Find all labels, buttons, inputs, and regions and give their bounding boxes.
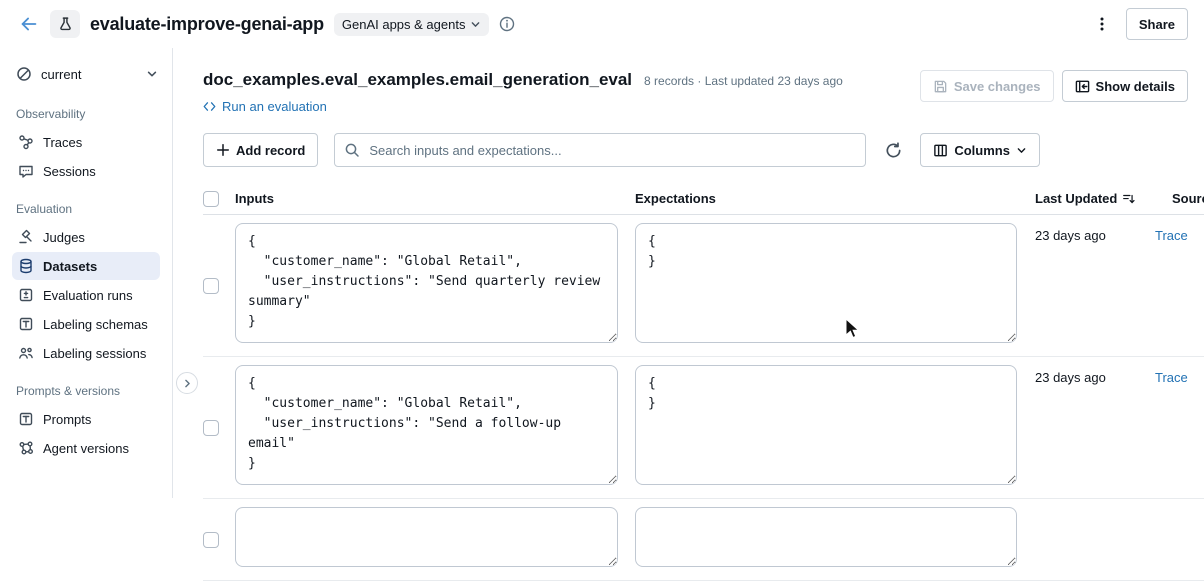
- table-header-row: Inputs Expectations Last Updated Source: [203, 183, 1204, 215]
- last-updated-value: 23 days ago: [1035, 223, 1155, 243]
- save-icon: [933, 79, 948, 94]
- row-checkbox[interactable]: [203, 532, 219, 548]
- code-icon: [203, 100, 216, 113]
- toolbar: Add record Columns: [203, 133, 1204, 167]
- table-row: { "customer_name": "Global Retail", "use…: [203, 357, 1204, 499]
- inputs-editor[interactable]: { "customer_name": "Global Retail", "use…: [235, 223, 618, 343]
- table-row: [203, 499, 1204, 581]
- labeling-schemas-icon: [18, 316, 34, 332]
- traces-icon: [18, 134, 34, 150]
- sidebar-item-datasets[interactable]: Datasets: [12, 252, 160, 280]
- columns-icon: [933, 143, 948, 158]
- back-button[interactable]: [16, 11, 42, 37]
- sidebar-item-labeling-sessions[interactable]: Labeling sessions: [12, 339, 160, 367]
- row-checkbox[interactable]: [203, 420, 219, 436]
- sidebar-collapse-button[interactable]: [176, 372, 198, 394]
- main-content: Save changes Show details doc_examples.e…: [173, 48, 1204, 498]
- refresh-button[interactable]: [878, 135, 908, 165]
- sidebar-item-judges[interactable]: Judges: [12, 223, 160, 251]
- back-arrow-icon: [18, 13, 40, 35]
- records-table: Inputs Expectations Last Updated Source …: [203, 183, 1204, 581]
- refresh-icon: [885, 142, 902, 159]
- sidebar-item-prompts[interactable]: Prompts: [12, 405, 160, 433]
- chevron-down-icon: [1016, 145, 1027, 156]
- table-row: { "customer_name": "Global Retail", "use…: [203, 215, 1204, 357]
- inputs-editor[interactable]: [235, 507, 618, 567]
- section-prompts-versions: Prompts & versions: [16, 384, 162, 398]
- dataset-title: doc_examples.eval_examples.email_generat…: [203, 70, 632, 90]
- kebab-icon: [1094, 16, 1110, 32]
- sidebar-item-evaluation-runs[interactable]: Evaluation runs: [12, 281, 160, 309]
- database-icon: [18, 258, 34, 274]
- last-updated-value: 23 days ago: [1035, 365, 1155, 385]
- show-details-button[interactable]: Show details: [1062, 70, 1188, 102]
- plus-icon: [216, 143, 230, 157]
- app-type-dropdown[interactable]: GenAI apps & agents: [334, 13, 490, 36]
- page-title: evaluate-improve-genai-app: [90, 14, 324, 35]
- row-checkbox[interactable]: [203, 278, 219, 294]
- trace-link[interactable]: Trace: [1155, 228, 1188, 243]
- columns-button[interactable]: Columns: [920, 133, 1040, 167]
- expectations-editor[interactable]: { }: [635, 223, 1017, 343]
- sidebar-item-traces[interactable]: Traces: [12, 128, 160, 156]
- search-wrapper: [334, 133, 866, 167]
- sidebar-item-sessions[interactable]: Sessions: [12, 157, 160, 185]
- sidebar-item-labeling-schemas[interactable]: Labeling schemas: [12, 310, 160, 338]
- save-changes-button[interactable]: Save changes: [920, 70, 1054, 102]
- sidebar-item-agent-versions[interactable]: Agent versions: [12, 434, 160, 462]
- chevron-down-icon: [146, 68, 158, 80]
- trace-link[interactable]: Trace: [1155, 370, 1188, 385]
- add-record-button[interactable]: Add record: [203, 133, 318, 167]
- expectations-editor[interactable]: [635, 507, 1017, 567]
- overflow-menu-button[interactable]: [1092, 14, 1112, 34]
- people-icon: [18, 345, 34, 361]
- gavel-icon: [18, 229, 34, 245]
- inputs-editor[interactable]: { "customer_name": "Global Retail", "use…: [235, 365, 618, 485]
- column-header-expectations[interactable]: Expectations: [635, 191, 1035, 206]
- version-selector[interactable]: current: [12, 58, 162, 90]
- column-header-last-updated[interactable]: Last Updated: [1035, 191, 1155, 206]
- panel-left-arrow-icon: [1075, 79, 1090, 94]
- evaluation-runs-icon: [18, 287, 34, 303]
- search-input[interactable]: [334, 133, 866, 167]
- search-icon: [344, 142, 360, 158]
- expectations-editor[interactable]: { }: [635, 365, 1017, 485]
- column-header-source[interactable]: Source: [1155, 191, 1204, 206]
- prompts-icon: [18, 411, 34, 427]
- chevron-right-icon: [182, 378, 193, 389]
- sidebar: current Observability Traces Sessions Ev…: [0, 48, 173, 498]
- share-button[interactable]: Share: [1126, 8, 1188, 40]
- agent-versions-icon: [18, 440, 34, 456]
- slash-circle-icon: [16, 66, 32, 82]
- sessions-icon: [18, 163, 34, 179]
- dataset-meta: 8 records · Last updated 23 days ago: [644, 74, 843, 88]
- info-icon: [499, 16, 515, 32]
- section-evaluation: Evaluation: [16, 202, 162, 216]
- sort-descending-icon: [1122, 192, 1136, 206]
- chevron-down-icon: [470, 19, 481, 30]
- run-evaluation-link[interactable]: Run an evaluation: [203, 99, 327, 114]
- top-header-bar: evaluate-improve-genai-app GenAI apps & …: [0, 0, 1204, 48]
- select-all-checkbox[interactable]: [203, 191, 219, 207]
- experiment-flask-icon: [50, 10, 80, 38]
- section-observability: Observability: [16, 107, 162, 121]
- column-header-inputs[interactable]: Inputs: [235, 191, 635, 206]
- info-button[interactable]: [497, 14, 517, 34]
